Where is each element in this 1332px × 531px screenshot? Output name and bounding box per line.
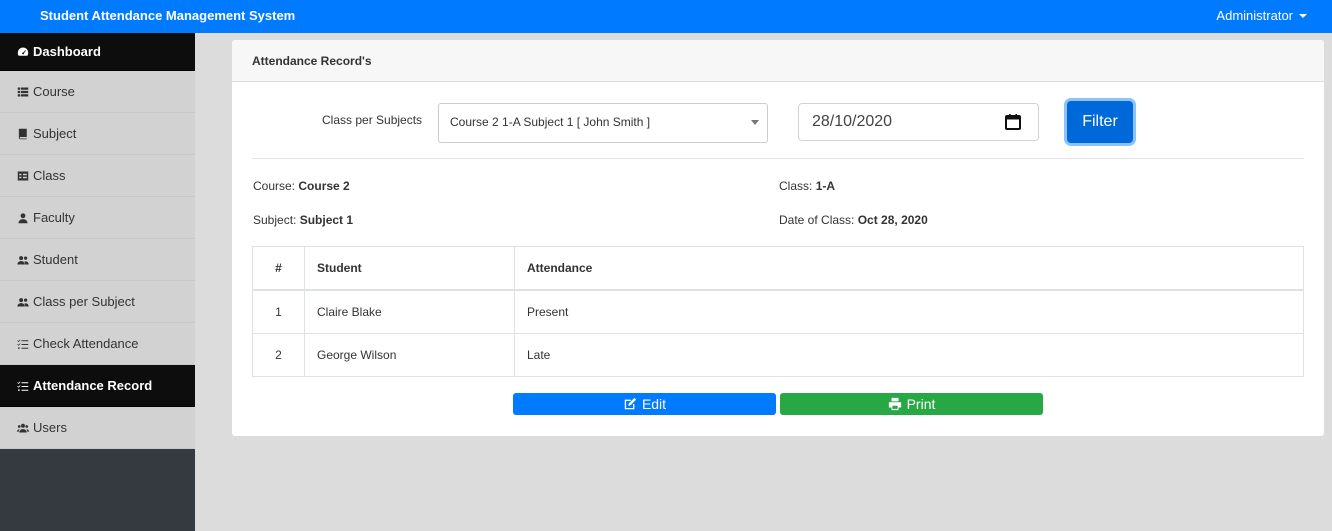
course-info: Course: Course 2: [253, 179, 350, 193]
sidebar-item-student[interactable]: Student: [0, 239, 195, 281]
tasks-icon: [16, 337, 30, 351]
select-value: Course 2 1-A Subject 1 [ John Smith ]: [450, 115, 651, 129]
course-label: Course:: [253, 179, 296, 193]
sidebar-item-label: Users: [33, 420, 67, 435]
table-row: 1 Claire Blake Present: [252, 289, 1304, 334]
row-number: 1: [252, 289, 305, 334]
caret-down-icon: [1299, 14, 1307, 18]
user-group-icon: [16, 253, 30, 267]
column-header: #: [252, 246, 305, 291]
student-name: George Wilson: [304, 333, 515, 377]
print-button[interactable]: Print: [780, 393, 1043, 415]
sidebar-item-faculty[interactable]: Faculty: [0, 197, 195, 239]
subject-value: Subject 1: [299, 213, 354, 227]
tasks-icon: [16, 379, 30, 393]
date-value: 28/10/2020: [812, 113, 893, 130]
sidebar-item-label: Dashboard: [33, 44, 101, 59]
edit-button[interactable]: Edit: [513, 393, 776, 415]
edit-icon: [624, 397, 637, 410]
sidebar-item-course[interactable]: Course: [0, 71, 195, 113]
user-menu[interactable]: Administrator: [1216, 8, 1307, 23]
sidebar-item-attendance-record[interactable]: Attendance Record: [0, 365, 195, 407]
table-icon: [16, 169, 30, 183]
dropdown-arrow-icon: [751, 120, 759, 125]
sidebar-item-label: Faculty: [33, 210, 75, 225]
user-group-icon: [16, 295, 30, 309]
column-header: Student: [304, 246, 515, 291]
users-icon: [16, 421, 30, 435]
book-icon: [16, 127, 30, 141]
subject-info: Subject: Subject 1: [253, 213, 353, 227]
class-label: Class:: [779, 179, 813, 193]
date-of-class-info: Date of Class: Oct 28, 2020: [779, 213, 928, 227]
row-number: 2: [252, 333, 305, 377]
sidebar-item-label: Check Attendance: [33, 336, 139, 351]
table-header-row: # Student Attendance: [252, 246, 1304, 291]
sidebar-item-label: Student: [33, 252, 78, 267]
print-label: Print: [906, 396, 936, 412]
top-navbar: Student Attendance Management System Adm…: [0, 0, 1332, 33]
class-value: 1-A: [815, 179, 836, 193]
app-title: Student Attendance Management System: [40, 8, 296, 23]
calendar-icon[interactable]: [1004, 113, 1022, 131]
sidebar: Dashboard Course Subject Class Faculty S…: [0, 33, 195, 531]
date-of-class-value: Oct 28, 2020: [857, 213, 928, 227]
attendance-status: Late: [514, 333, 1304, 377]
date-of-class-label: Date of Class:: [779, 213, 855, 227]
sidebar-item-class-per-subject[interactable]: Class per Subject: [0, 281, 195, 323]
sidebar-item-label: Attendance Record: [33, 378, 153, 393]
sidebar-item-class[interactable]: Class: [0, 155, 195, 197]
user-icon: [16, 211, 30, 225]
attendance-table: # Student Attendance 1 Claire Blake Pres…: [252, 246, 1304, 377]
sidebar-item-dashboard[interactable]: Dashboard: [0, 33, 195, 71]
edit-label: Edit: [641, 396, 667, 412]
sidebar-item-label: Subject: [33, 126, 77, 141]
dashboard-icon: [16, 45, 30, 59]
class-per-subject-select[interactable]: Course 2 1-A Subject 1 [ John Smith ]: [438, 103, 768, 143]
print-icon: [888, 397, 901, 411]
sidebar-item-subject[interactable]: Subject: [0, 113, 195, 155]
table-row: 2 George Wilson Late: [252, 333, 1304, 377]
filter-button[interactable]: Filter: [1067, 101, 1133, 143]
attendance-record-card: Attendance Record's Class per Subjects C…: [232, 40, 1324, 436]
class-per-subjects-label: Class per Subjects: [322, 113, 423, 127]
subject-label: Subject:: [253, 213, 297, 227]
column-header: Attendance: [514, 246, 1304, 291]
sidebar-item-label: Course: [33, 84, 75, 99]
course-value: Course 2: [298, 179, 350, 193]
list-icon: [16, 85, 30, 99]
sidebar-item-check-attendance[interactable]: Check Attendance: [0, 323, 195, 365]
sidebar-item-label: Class: [33, 168, 66, 183]
card-title: Attendance Record's: [232, 40, 1324, 82]
attendance-status: Present: [514, 289, 1304, 334]
sidebar-item-users[interactable]: Users: [0, 407, 195, 449]
sidebar-item-label: Class per Subject: [33, 294, 135, 309]
divider: [252, 158, 1304, 159]
class-info: Class: 1-A: [779, 179, 835, 193]
student-name: Claire Blake: [304, 289, 515, 334]
date-input[interactable]: 28/10/2020: [798, 103, 1039, 141]
user-name: Administrator: [1216, 8, 1293, 23]
